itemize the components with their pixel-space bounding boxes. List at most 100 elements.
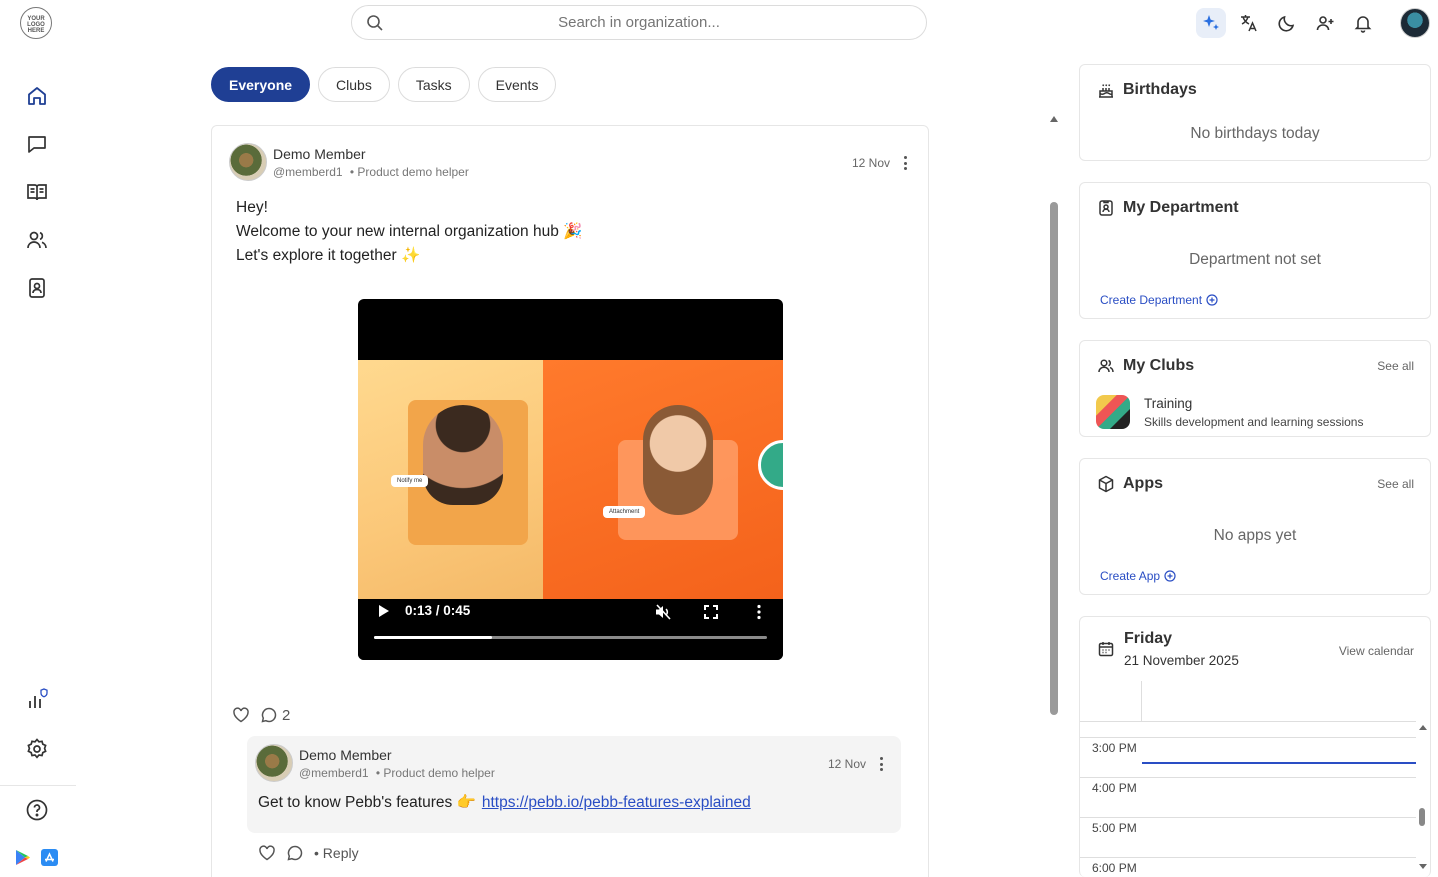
view-calendar-link[interactable]: View calendar [1339,644,1414,658]
birthdays-title-text: Birthdays [1123,81,1197,98]
calendar-scrollbar-thumb[interactable] [1419,808,1425,826]
video-progress-bar[interactable] [374,636,767,639]
top-toolbar [1196,8,1378,38]
users-icon [1098,359,1114,373]
calendar-time-label: 3:00 PM [1092,741,1137,755]
department-title: My Department [1097,199,1239,217]
directory-nav-button[interactable] [22,273,52,303]
analytics-shield-icon [29,688,48,708]
calendar-timeline[interactable]: 3:00 PM 4:00 PM 5:00 PM 6:00 PM [1080,681,1430,877]
calendar-row-line [1080,721,1416,722]
video-frame[interactable]: Notify me Attachment [358,360,783,599]
translate-icon [1241,15,1257,32]
comment-icon [261,707,277,723]
calendar-scroll-up-icon[interactable] [1419,725,1427,730]
apps-empty: No apps yet [1213,527,1297,544]
calendar-scrollbar[interactable] [1416,721,1430,876]
invite-user-button[interactable] [1310,8,1340,38]
help-nav-button[interactable] [22,795,52,825]
calendar-time-label: 4:00 PM [1092,781,1137,795]
calendar-scroll-down-icon[interactable] [1419,864,1427,869]
apps-see-all-link[interactable]: See all [1377,477,1414,491]
play-icon[interactable] [376,604,390,618]
create-department-link[interactable]: Create Department [1100,293,1218,307]
comment-header: Demo Member @memberd1 • Product demo hel… [255,744,495,782]
clubs-see-all-link[interactable]: See all [1377,359,1414,373]
calendar-row-line [1080,777,1416,778]
google-play-icon[interactable] [14,849,31,866]
comment-like-heart-icon[interactable] [258,844,276,862]
video-person-2 [643,405,713,515]
comment-reply-icon[interactable] [286,844,304,862]
author-handle-text: @memberd1 [273,165,343,179]
dark-mode-button[interactable] [1272,8,1302,38]
help-icon [26,799,48,821]
tab-everyone[interactable]: Everyone [211,67,311,102]
like-heart-icon[interactable] [232,706,250,724]
author-role: • Product demo helper [349,165,469,179]
comment-date: 12 Nov [828,757,867,771]
feed-scrollbar[interactable] [1047,112,1061,877]
comment-link[interactable]: https://pebb.io/pebb-features-explained [482,794,751,811]
comment-text: Get to know Pebb's features 👉 [258,794,476,811]
translate-button[interactable] [1234,8,1264,38]
knowledge-nav-button[interactable] [22,177,52,207]
calendar-gutter-line [1141,681,1142,721]
search-input[interactable] [352,14,926,31]
analytics-nav-button[interactable] [22,684,52,714]
create-app-link[interactable]: Create App [1100,569,1176,583]
calendar-row-line [1080,817,1416,818]
clubs-widget: My Clubs See all Training Skills develop… [1079,340,1431,437]
mute-icon[interactable] [654,603,672,621]
book-icon [27,184,47,201]
tab-clubs[interactable]: Clubs [318,67,390,102]
comment-author-avatar[interactable] [255,744,293,782]
gear-icon [27,738,47,759]
people-nav-button[interactable] [22,225,52,255]
messages-nav-button[interactable] [22,129,52,159]
id-badge-icon [1099,200,1113,216]
calendar-now-line [1142,762,1416,764]
tab-events[interactable]: Events [477,67,557,102]
post-body: Hey! Welcome to your new internal organi… [236,196,582,268]
home-nav-button[interactable] [22,81,52,111]
author-avatar[interactable] [229,143,267,181]
create-app-label: Create App [1100,569,1161,583]
comment-role: • Product demo helper [375,766,495,780]
comment-count-button[interactable]: 2 [260,706,290,724]
app-store-icon[interactable] [41,849,58,866]
comment-author-handle: @memberd1 • Product demo helper [299,766,495,780]
post-line: Hey! [236,199,268,216]
chat-icon [28,136,46,153]
birthdays-empty: No birthdays today [1190,125,1320,142]
video-more-icon[interactable] [750,603,768,621]
video-player[interactable]: Notify me Attachment 0:13 / 0:45 [358,299,783,660]
organization-logo[interactable]: YOUR LOGO HERE [20,7,52,39]
left-rail: YOUR LOGO HERE [0,0,76,877]
club-description: Skills development and learning sessions [1144,415,1364,429]
comment-author-name[interactable]: Demo Member [299,747,495,763]
settings-nav-button[interactable] [22,734,52,764]
post-date: 12 Nov [852,156,891,170]
search-icon [367,15,383,31]
reply-button[interactable]: • Reply [314,845,359,861]
club-image[interactable] [1096,395,1130,429]
author-name[interactable]: Demo Member [273,146,469,162]
clubs-title: My Clubs [1097,357,1194,375]
feed-scrollbar-thumb[interactable] [1050,202,1058,715]
tab-tasks[interactable]: Tasks [397,67,470,102]
sparkle-icon [1203,15,1219,30]
calendar-row-line [1080,857,1416,858]
comment-body: Get to know Pebb's features 👉 https://peb… [258,793,751,812]
post-more-menu-icon[interactable] [901,154,909,172]
scroll-up-arrow-icon[interactable] [1050,116,1058,122]
calendar-date: 21 November 2025 [1124,653,1239,668]
user-avatar[interactable] [1400,8,1430,38]
fullscreen-icon[interactable] [702,603,720,621]
ai-assistant-button[interactable] [1196,8,1226,38]
search-bar[interactable] [351,5,927,40]
comment-more-menu-icon[interactable] [877,755,885,773]
moon-icon [1278,15,1295,32]
notifications-button[interactable] [1348,8,1378,38]
club-name[interactable]: Training [1144,396,1192,411]
